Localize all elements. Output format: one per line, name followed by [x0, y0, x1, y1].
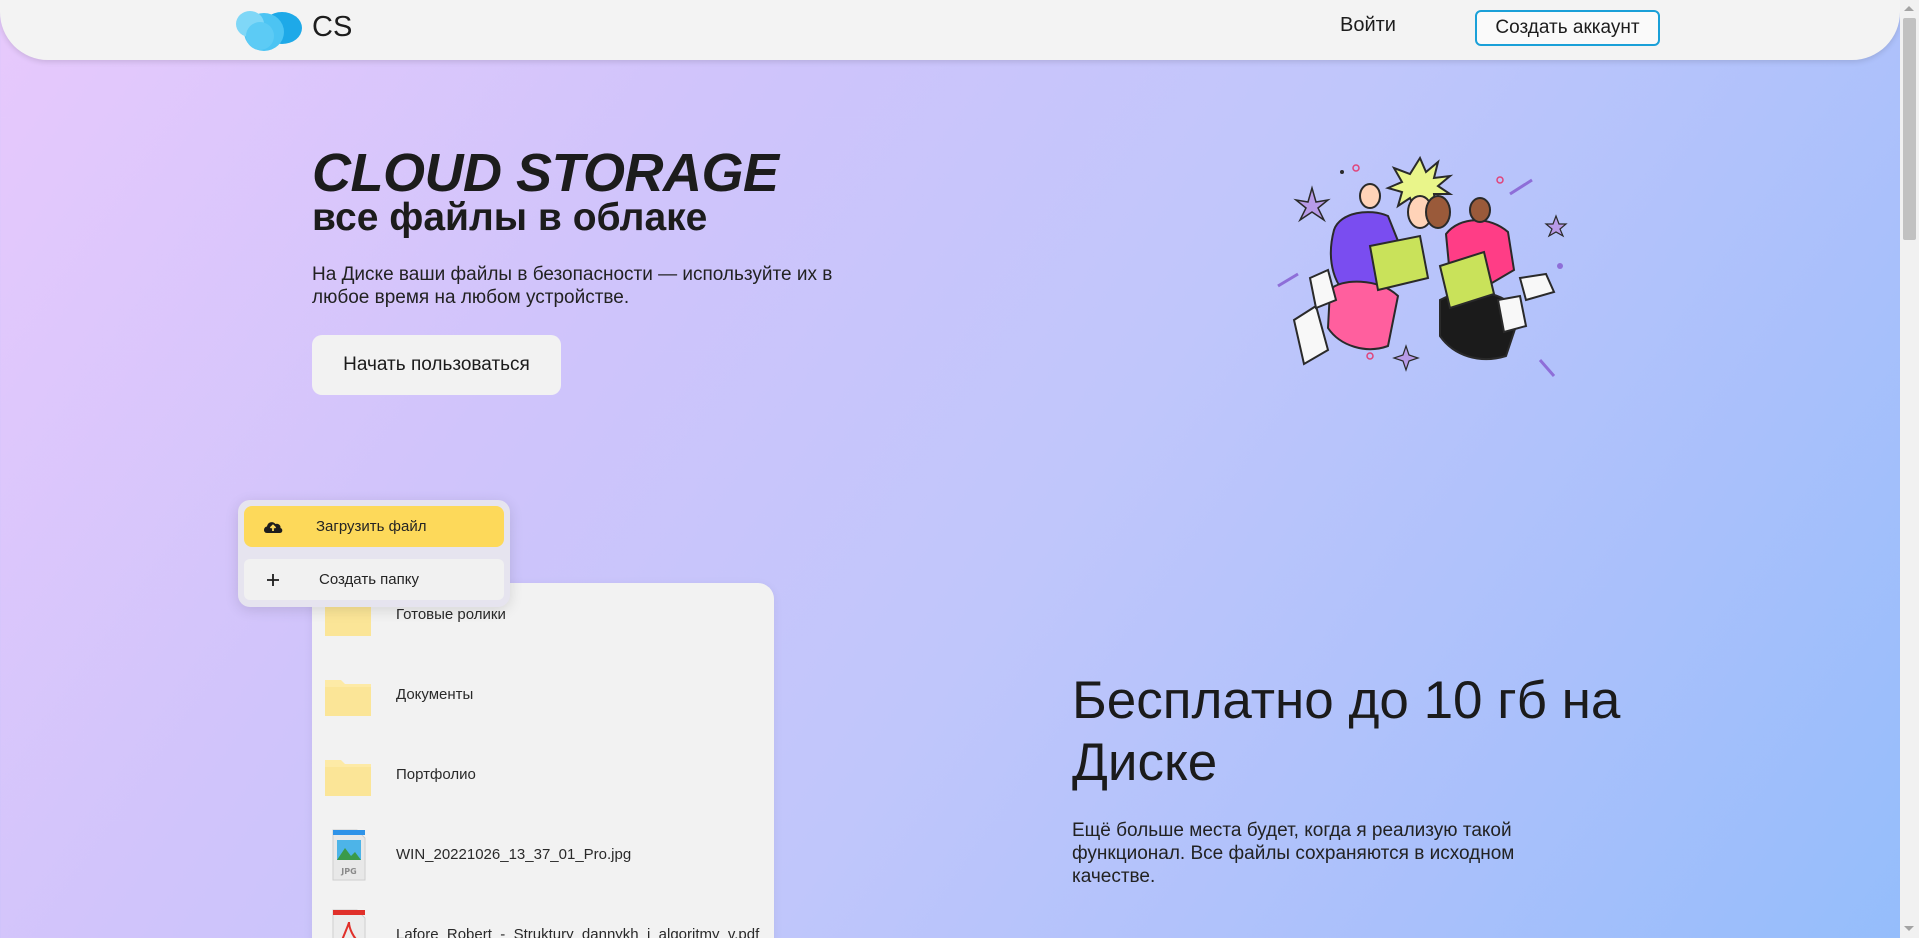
plus-icon: [267, 574, 279, 586]
login-button[interactable]: Войти: [1340, 14, 1396, 37]
scrollbar[interactable]: [1900, 0, 1919, 938]
promo-description: Ещё больше места будет, когда я реализую…: [1072, 820, 1515, 887]
file-name: Документы: [396, 686, 474, 703]
high-five-illustration: [1277, 155, 1568, 377]
scroll-up-arrow-icon[interactable]: [1904, 6, 1914, 11]
upload-label: Загрузить файл: [316, 518, 427, 535]
file-name: Готовые ролики: [396, 606, 506, 623]
create-folder-button[interactable]: Создать папку: [244, 559, 504, 600]
jpg-badge: JPG: [340, 867, 356, 876]
jpg-file-icon: JPG: [332, 829, 366, 881]
hero-title: CLOUD STORAGE: [312, 143, 779, 203]
file-name: Портфолио: [396, 766, 476, 783]
scroll-down-arrow-icon[interactable]: [1904, 926, 1914, 931]
hero-subtitle: все файлы в облаке: [312, 196, 708, 239]
list-item[interactable]: Портфолио: [312, 746, 774, 806]
action-menu: Загрузить файл Создать папку: [238, 500, 510, 607]
cloud-upload-icon: [264, 522, 283, 533]
file-name: WIN_20221026_13_37_01_Pro.jpg: [396, 846, 632, 863]
upload-file-button[interactable]: Загрузить файл: [244, 506, 504, 547]
create-folder-label: Создать папку: [319, 571, 419, 588]
start-button[interactable]: Начать пользоваться: [312, 335, 561, 395]
list-item[interactable]: Документы: [312, 666, 774, 726]
file-list-panel: Готовые ролики Документы Портфолио JPG W…: [312, 583, 774, 938]
pdf-file-icon: [332, 909, 366, 938]
scroll-thumb[interactable]: [1903, 18, 1916, 240]
signup-button[interactable]: Создать аккаунт: [1475, 10, 1660, 46]
hero-description: На Диске ваши файлы в безопасности — исп…: [312, 264, 833, 308]
folder-icon: [325, 760, 371, 796]
list-item[interactable]: Lafore_Robert_-_Struktury_dannykh_i_algo…: [312, 906, 774, 938]
page: CS Войти Создать аккаунт CLOUD STORAGE в…: [0, 0, 1900, 938]
list-item[interactable]: JPG WIN_20221026_13_37_01_Pro.jpg: [312, 826, 774, 886]
brand-name[interactable]: CS: [312, 11, 352, 44]
file-name: Lafore_Robert_-_Struktury_dannykh_i_algo…: [396, 926, 760, 938]
promo-title: Бесплатно до 10 гб на Диске: [1072, 671, 1621, 792]
folder-icon: [325, 680, 371, 716]
header: CS Войти Создать аккаунт: [0, 0, 1900, 60]
cloud-logo-icon[interactable]: [236, 6, 302, 52]
